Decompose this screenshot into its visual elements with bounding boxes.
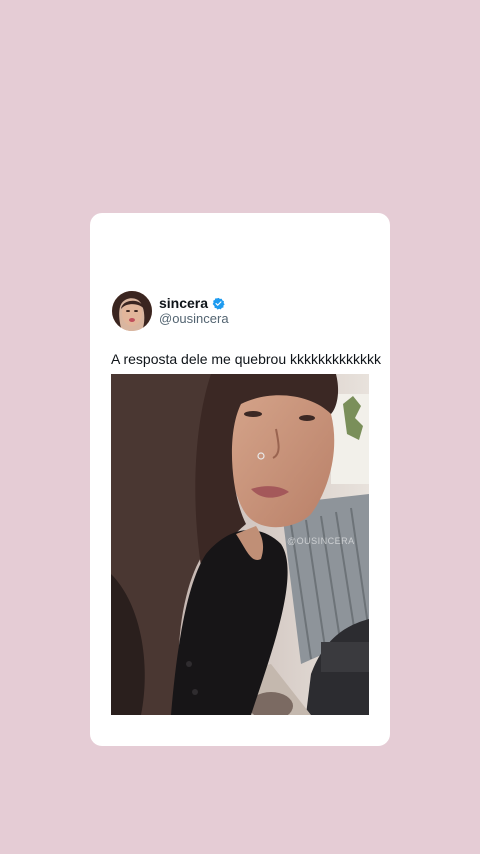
user-handle[interactable]: @ousincera xyxy=(159,311,229,327)
avatar-image xyxy=(112,291,152,331)
verified-badge-icon xyxy=(212,297,225,310)
tweet-card: sincera @ousincera A resposta dele me qu… xyxy=(90,213,390,746)
author-names: sincera @ousincera xyxy=(159,295,229,327)
name-row: sincera xyxy=(159,295,229,311)
video-media[interactable]: @OUSINCERA xyxy=(111,374,369,715)
avatar[interactable] xyxy=(112,291,152,331)
tweet-header: sincera @ousincera xyxy=(112,291,229,331)
display-name[interactable]: sincera xyxy=(159,295,208,311)
video-watermark: @OUSINCERA xyxy=(287,536,355,546)
tweet-text: A resposta dele me quebrou kkkkkkkkkkkkk xyxy=(111,351,382,367)
